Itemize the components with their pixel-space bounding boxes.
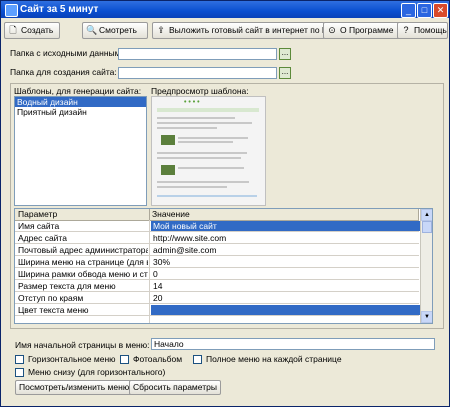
scroll-thumb[interactable]: [422, 221, 432, 233]
column-header-param[interactable]: Параметр: [15, 209, 150, 220]
horizontal-menu-label: Горизонтальное меню: [28, 354, 116, 364]
table-row[interactable]: Ширина рамки обвода меню и страницы 0: [15, 269, 419, 280]
column-header-value[interactable]: Значение: [149, 209, 419, 220]
full-menu-label: Полное меню на каждой странице: [206, 354, 342, 364]
table-row[interactable]: Цвет текста меню: [15, 305, 421, 316]
main-window: Сайт за 5 минут _ □ ✕ 🗋 Создать 🔍 Смотре…: [0, 0, 450, 407]
template-item-water[interactable]: Водный дизайн: [15, 97, 146, 107]
template-preview: • • • •: [151, 96, 266, 206]
app-icon: [5, 4, 18, 17]
source-folder-label: Папка с исходными данными:: [10, 48, 128, 58]
preview-image: [161, 135, 175, 145]
create-label: Создать: [21, 25, 54, 35]
param-name: Ширина рамки обвода меню и страницы: [18, 269, 148, 279]
about-button[interactable]: ⊙ О Программе: [323, 22, 401, 39]
param-name: Отступ по краям: [18, 293, 84, 303]
preview-footer: [157, 195, 257, 197]
magnifier-icon: 🔍: [86, 25, 98, 35]
preview-image: [161, 165, 175, 175]
preview-text-line: [157, 157, 241, 159]
bottom-menu-label: Меню снизу (для горизонтального): [28, 367, 166, 377]
scroll-down-icon[interactable]: ▼: [421, 311, 432, 323]
param-value[interactable]: 14: [151, 281, 421, 291]
info-icon: ⊙: [328, 25, 336, 35]
target-folder-label: Папка для создания сайта:: [10, 67, 117, 77]
grid-header: Параметр Значение: [15, 209, 419, 221]
photo-album-label: Фотоальбом: [133, 354, 183, 364]
table-row[interactable]: Почтовый адрес администратора сайта admi…: [15, 245, 419, 256]
param-value[interactable]: 30%: [151, 257, 421, 267]
help-icon: ?: [403, 25, 409, 35]
param-value[interactable]: admin@site.com: [151, 245, 421, 255]
table-row[interactable]: Адрес сайта http://www.site.com: [15, 233, 419, 244]
photo-album-checkbox[interactable]: [120, 355, 129, 364]
new-document-icon: 🗋: [9, 25, 17, 35]
parameters-grid[interactable]: Параметр Значение Имя сайта Мой новый са…: [14, 208, 433, 324]
title-bar[interactable]: Сайт за 5 минут _ □ ✕: [1, 1, 449, 18]
view-button[interactable]: 🔍 Смотреть: [82, 22, 148, 39]
param-name: Адрес сайта: [18, 233, 67, 243]
help-button[interactable]: ? Помощь: [397, 22, 448, 39]
maximize-button[interactable]: □: [417, 3, 432, 18]
upload-ftp-button[interactable]: ⇪ Выложить готовый сайт в интернет по FT…: [152, 22, 338, 39]
grid-scrollbar[interactable]: ▲ ▼: [420, 209, 432, 323]
minimize-button[interactable]: _: [401, 3, 416, 18]
preview-text-line: [157, 152, 247, 154]
window-title: Сайт за 5 минут: [20, 4, 99, 15]
param-value[interactable]: Мой новый сайт: [151, 221, 421, 231]
preview-label: Предпросмотр шаблона:: [151, 86, 249, 96]
horizontal-menu-checkbox[interactable]: [15, 355, 24, 364]
preview-text-line: [157, 186, 227, 188]
start-page-label: Имя начальной страницы в меню:: [15, 340, 150, 350]
param-name: Цвет текста меню: [18, 305, 89, 315]
target-folder-input[interactable]: [118, 67, 277, 79]
preview-menu: [157, 108, 259, 112]
table-row[interactable]: Размер текста для меню 14: [15, 281, 419, 292]
edit-menu-button[interactable]: Посмотреть/изменить меню: [15, 380, 134, 395]
param-name: Размер текста для меню: [18, 281, 116, 291]
preview-text-line: [157, 117, 235, 119]
target-browse-button[interactable]: ...: [279, 67, 291, 79]
close-button[interactable]: ✕: [433, 3, 448, 18]
source-browse-button[interactable]: ...: [279, 48, 291, 60]
preview-text-line: [178, 137, 248, 139]
table-row[interactable]: Имя сайта Мой новый сайт: [15, 221, 421, 232]
templates-label: Шаблоны, для генерации сайта:: [14, 86, 142, 96]
param-name: Ширина меню на странице (для вертикально…: [18, 257, 148, 267]
table-row[interactable]: Отступ по краям 20: [15, 293, 419, 304]
help-label: Помощь: [414, 25, 447, 35]
bottom-menu-checkbox[interactable]: [15, 368, 24, 377]
view-label: Смотреть: [99, 25, 137, 35]
source-folder-input[interactable]: [118, 48, 277, 60]
preview-text-line: [178, 141, 233, 143]
param-value[interactable]: [151, 305, 421, 315]
start-page-input[interactable]: Начало: [151, 338, 435, 350]
table-row[interactable]: Ширина меню на странице (для вертикально…: [15, 257, 419, 268]
param-name: Почтовый адрес администратора сайта: [18, 245, 148, 255]
param-value[interactable]: http://www.site.com: [151, 233, 421, 243]
scroll-up-icon[interactable]: ▲: [421, 209, 432, 221]
param-name: Имя сайта: [18, 221, 60, 231]
param-value[interactable]: 20: [151, 293, 421, 303]
template-item-pleasant[interactable]: Приятный дизайн: [15, 107, 146, 117]
reset-parameters-button[interactable]: Сбросить параметры: [129, 380, 221, 395]
upload-label: Выложить готовый сайт в интернет по FTP: [169, 25, 338, 35]
create-button[interactable]: 🗋 Создать: [4, 22, 60, 39]
templates-list[interactable]: Водный дизайн Приятный дизайн: [14, 96, 147, 206]
param-value[interactable]: 0: [151, 269, 421, 279]
start-page-value: Начало: [154, 339, 184, 349]
full-menu-checkbox[interactable]: [193, 355, 202, 364]
preview-text-line: [157, 127, 217, 129]
preview-text-line: [178, 167, 244, 169]
upload-icon: ⇪: [157, 25, 165, 35]
preview-logo: • • • •: [184, 99, 200, 106]
preview-text-line: [157, 122, 252, 124]
about-label: О Программе: [340, 25, 394, 35]
preview-text-line: [157, 181, 249, 183]
